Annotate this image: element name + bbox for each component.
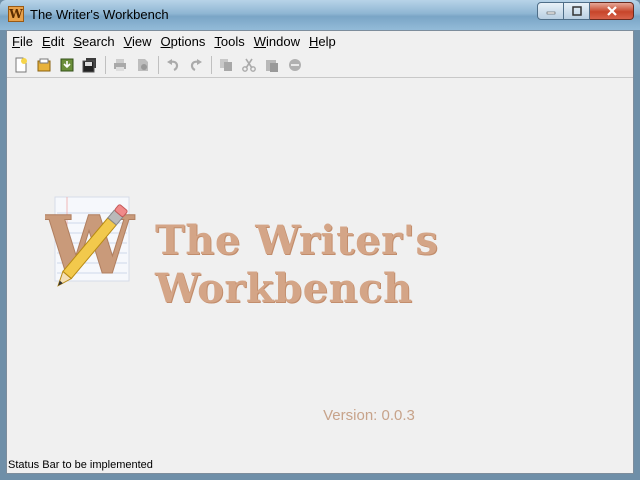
save-all-icon [82, 57, 96, 72]
menu-window-key: W [253, 33, 266, 49]
paste-button[interactable] [262, 55, 282, 75]
menu-view-label: iew [132, 33, 152, 49]
app-logo: W [43, 191, 145, 293]
menu-view[interactable]: View [120, 34, 156, 49]
menu-options[interactable]: Options [157, 34, 210, 49]
print-preview-button[interactable] [133, 55, 153, 75]
open-button[interactable] [34, 55, 54, 75]
menu-options-key: O [160, 33, 171, 49]
menu-edit[interactable]: Edit [38, 34, 68, 49]
cut-button[interactable] [239, 55, 259, 75]
minimize-button[interactable] [537, 2, 564, 20]
cut-icon [242, 58, 256, 72]
toolbar-separator [211, 55, 212, 74]
maximize-icon [571, 6, 582, 16]
toolbar-separator [158, 55, 159, 74]
close-button[interactable] [590, 2, 634, 20]
app-window: W The Writer's Workbench File Edit Searc… [0, 0, 640, 480]
undo-button[interactable] [163, 55, 183, 75]
menu-file[interactable]: File [8, 34, 37, 49]
menu-help-label: elp [318, 33, 336, 49]
delete-icon [289, 58, 301, 71]
copy-button[interactable] [216, 55, 236, 75]
menu-options-label: ptions [170, 33, 206, 49]
print-button[interactable] [110, 55, 130, 75]
menu-bar: File Edit Search View Options Tools Wind… [7, 31, 633, 51]
menu-file-key: F [12, 33, 20, 49]
redo-button[interactable] [186, 55, 206, 75]
menu-search-label: earch [82, 33, 115, 49]
copy-icon [220, 58, 232, 71]
menu-search-key: S [73, 33, 83, 49]
paste-icon [266, 59, 278, 72]
delete-button[interactable] [285, 55, 305, 75]
minimize-icon [546, 11, 555, 15]
new-document-icon [15, 57, 27, 72]
app-icon[interactable]: W [8, 6, 24, 22]
window-title: The Writer's Workbench [30, 7, 169, 22]
menu-view-key: V [123, 33, 133, 49]
menu-window[interactable]: Window [250, 34, 304, 49]
writer-logo-icon: W [43, 196, 136, 293]
client-area: File Edit Search View Options Tools Wind… [6, 30, 634, 474]
menu-search[interactable]: Search [69, 34, 118, 49]
menu-edit-key: E [41, 33, 51, 49]
title-bar[interactable]: W The Writer's Workbench [0, 0, 640, 30]
menu-tools[interactable]: Tools [210, 34, 248, 49]
version-label: Version: 0.0.3 [323, 407, 415, 424]
menu-edit-label: dit [50, 33, 65, 49]
menu-tools-label: ools [220, 33, 245, 49]
menu-window-label: indow [266, 33, 300, 49]
splash-area: W The Writer's Workbench Version: 0.0.3 [7, 79, 633, 455]
maximize-button[interactable] [564, 2, 590, 20]
toolbar [7, 52, 633, 78]
menu-help-key: H [308, 33, 319, 49]
menu-help[interactable]: Help [305, 34, 340, 49]
menu-file-label: ile [19, 33, 33, 49]
save-all-button[interactable] [80, 55, 100, 75]
undo-icon [167, 58, 179, 71]
window-controls [537, 2, 634, 20]
save-button[interactable] [57, 55, 77, 75]
status-bar: Status Bar to be implemented [8, 459, 153, 471]
redo-icon [190, 58, 202, 71]
toolbar-separator [105, 55, 106, 74]
print-icon [114, 58, 126, 71]
open-folder-icon [37, 58, 51, 71]
print-preview-icon [138, 58, 148, 71]
splash-title: The Writer's Workbench [155, 217, 439, 312]
save-download-icon [60, 58, 74, 71]
close-icon [606, 6, 617, 16]
new-button[interactable] [11, 55, 31, 75]
